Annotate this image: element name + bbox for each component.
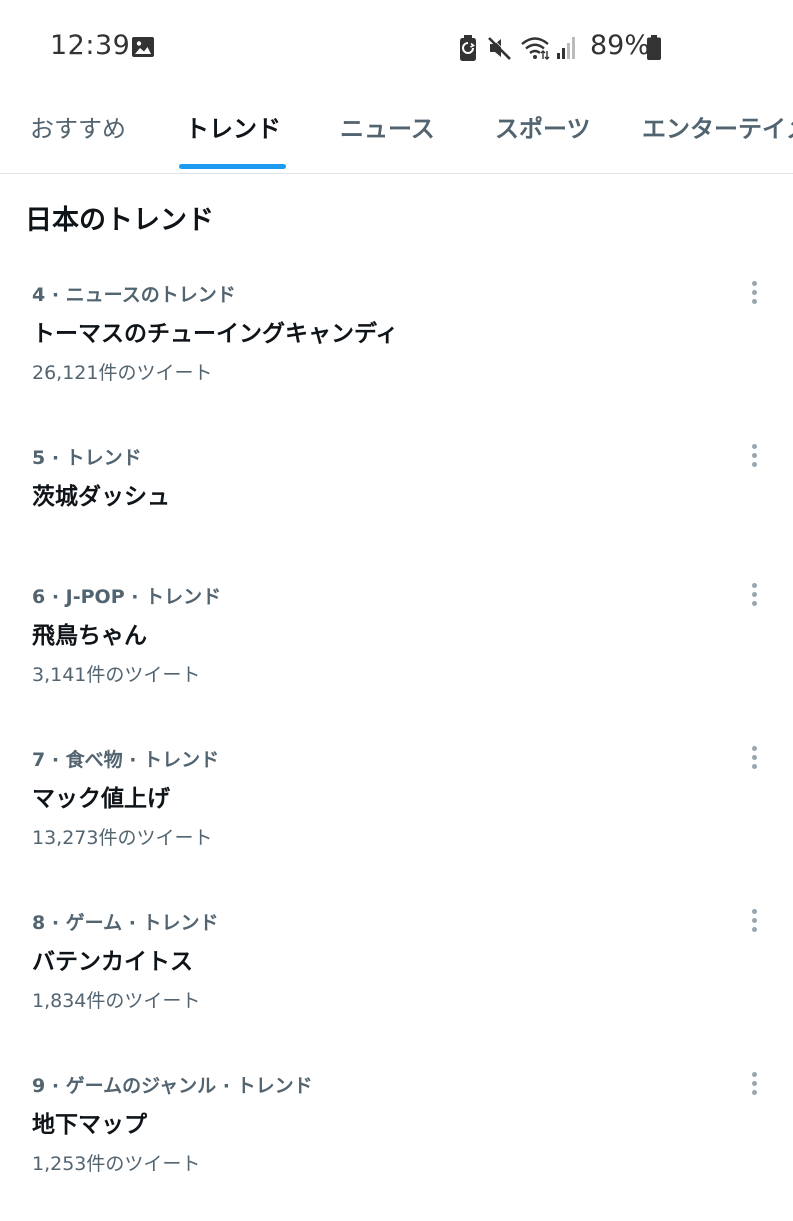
trend-item[interactable]: 9 · ゲームのジャンル · トレンド 地下マップ 1,253件のツイート <box>0 1071 793 1221</box>
trend-context: 6 · J-POP · トレンド <box>32 586 222 608</box>
trend-context: 7 · 食べ物 · トレンド <box>32 749 220 771</box>
tab-label: スポーツ <box>495 115 591 143</box>
tab-bar: おすすめ トレンド ニュース スポーツ エンターテイメ <box>0 95 793 174</box>
trend-tweet-count: 3,141件のツイート <box>32 664 201 686</box>
trend-name: 飛鳥ちゃん <box>32 623 147 649</box>
trend-name: マック値上げ <box>32 786 170 812</box>
trend-context: 8 · ゲーム · トレンド <box>32 912 219 934</box>
tab-label: トレンド <box>185 115 281 143</box>
trend-tweet-count: 1,834件のツイート <box>32 990 201 1012</box>
trend-item[interactable]: 5 · トレンド 茨城ダッシュ <box>0 443 793 593</box>
gallery-icon <box>132 37 154 57</box>
battery-percentage: 89% <box>590 30 651 61</box>
more-options-icon[interactable] <box>739 435 769 475</box>
trend-item[interactable]: 8 · ゲーム · トレンド バテンカイトス 1,834件のツイート <box>0 908 793 1058</box>
status-time: 12:39 <box>50 30 131 61</box>
more-options-icon[interactable] <box>739 574 769 614</box>
trend-name: バテンカイトス <box>32 949 193 975</box>
tab-news[interactable]: ニュース <box>340 95 435 173</box>
more-options-icon[interactable] <box>739 1063 769 1103</box>
section-title: 日本のトレンド <box>25 205 214 236</box>
tab-sports[interactable]: スポーツ <box>495 95 591 173</box>
battery-saver-icon <box>460 35 476 61</box>
trend-item[interactable]: 4 · ニュースのトレンド トーマスのチューイングキャンディ 26,121件のツ… <box>0 280 793 430</box>
trend-name: 茨城ダッシュ <box>32 484 170 510</box>
battery-icon <box>647 35 661 60</box>
trend-context: 9 · ゲームのジャンル · トレンド <box>32 1075 313 1097</box>
active-tab-indicator <box>179 164 286 169</box>
tab-recommended[interactable]: おすすめ <box>30 95 126 173</box>
more-options-icon[interactable] <box>739 272 769 312</box>
tab-trends[interactable]: トレンド <box>185 95 281 173</box>
status-bar: 12:39 89% <box>0 0 793 95</box>
trend-context: 5 · トレンド <box>32 447 142 469</box>
trend-tweet-count: 26,121件のツイート <box>32 362 213 384</box>
more-options-icon[interactable] <box>739 737 769 777</box>
tab-entertainment[interactable]: エンターテイメ <box>642 95 793 173</box>
trend-tweet-count: 13,273件のツイート <box>32 827 213 849</box>
more-options-icon[interactable] <box>739 900 769 940</box>
trend-name: 地下マップ <box>32 1112 147 1138</box>
signal-icon <box>557 37 575 59</box>
tab-label: おすすめ <box>30 115 126 143</box>
tab-label: エンターテイメ <box>642 115 793 143</box>
tab-label: ニュース <box>340 115 435 143</box>
mute-icon <box>488 36 512 60</box>
wifi-icon <box>521 37 550 60</box>
trend-item[interactable]: 6 · J-POP · トレンド 飛鳥ちゃん 3,141件のツイート <box>0 582 793 732</box>
trend-name: トーマスのチューイングキャンディ <box>32 321 399 347</box>
trend-context: 4 · ニュースのトレンド <box>32 284 236 306</box>
trend-item[interactable]: 7 · 食べ物 · トレンド マック値上げ 13,273件のツイート <box>0 745 793 895</box>
trend-tweet-count: 1,253件のツイート <box>32 1153 201 1175</box>
